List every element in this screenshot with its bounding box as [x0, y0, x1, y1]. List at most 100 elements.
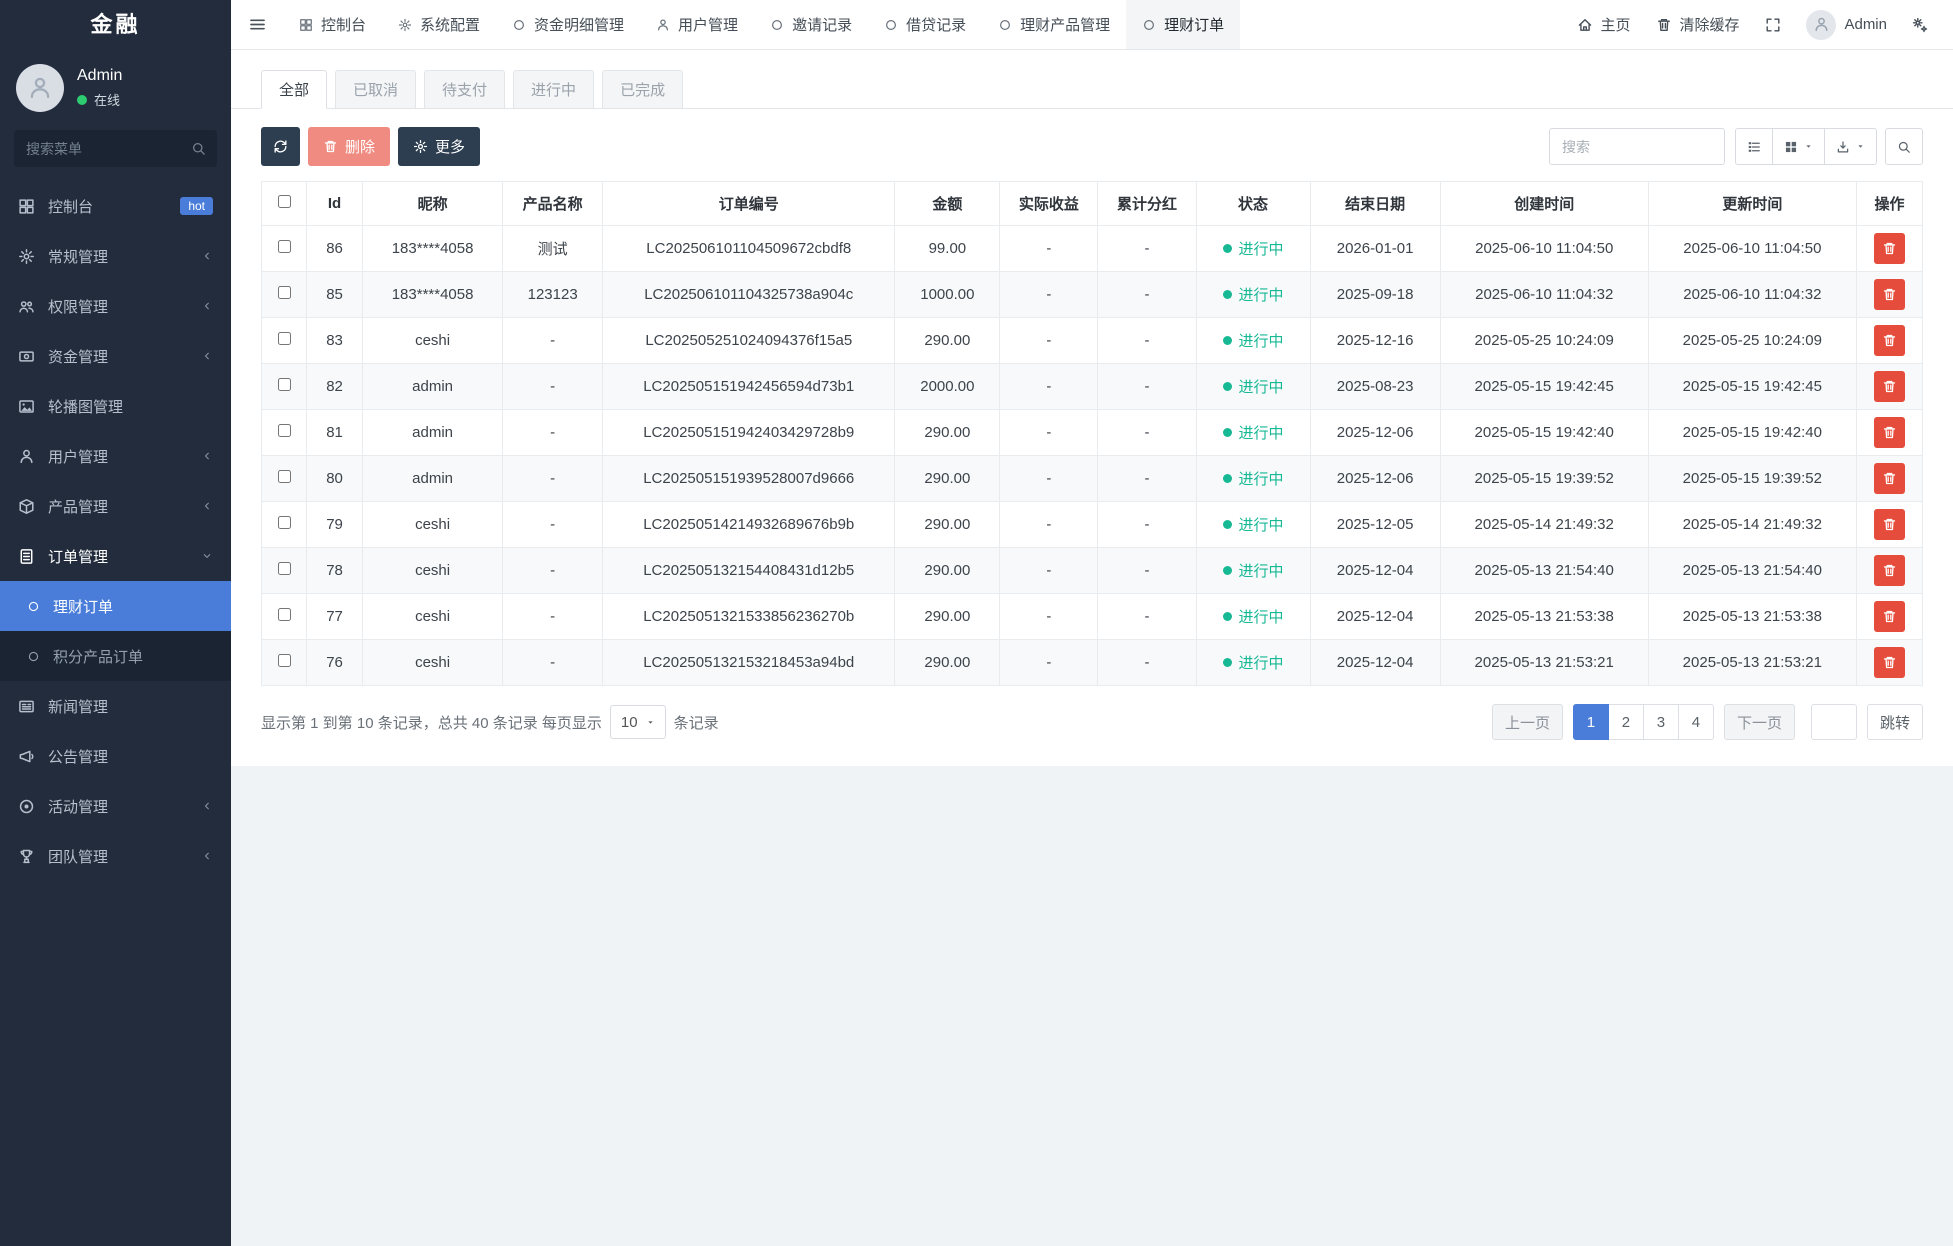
- filter-tab[interactable]: 已取消: [335, 70, 416, 109]
- row-checkbox[interactable]: [278, 240, 291, 253]
- select-all-cell: [262, 182, 307, 226]
- page-size-select[interactable]: 10: [610, 705, 666, 739]
- cell-created-at: 2025-05-15 19:39:52: [1440, 456, 1648, 502]
- filter-tab[interactable]: 待支付: [424, 70, 505, 109]
- row-checkbox[interactable]: [278, 286, 291, 299]
- row-delete-button[interactable]: [1874, 371, 1905, 402]
- fullscreen-button[interactable]: [1752, 0, 1794, 49]
- sidebar-item[interactable]: 控制台hot: [0, 181, 231, 231]
- sidebar-item[interactable]: 公告管理: [0, 731, 231, 781]
- cell-actions: [1856, 272, 1922, 318]
- page-number[interactable]: 2: [1608, 704, 1644, 740]
- sidebar-item[interactable]: 轮播图管理: [0, 381, 231, 431]
- row-checkbox[interactable]: [278, 424, 291, 437]
- row-delete-button[interactable]: [1874, 601, 1905, 632]
- sidebar-item[interactable]: 资金管理: [0, 331, 231, 381]
- sidebar-item-label: 轮播图管理: [48, 396, 213, 417]
- sidebar-subitem[interactable]: 积分产品订单: [0, 631, 231, 681]
- export-button[interactable]: [1824, 128, 1877, 165]
- top-tab[interactable]: 用户管理: [640, 0, 754, 49]
- refresh-button[interactable]: [261, 127, 300, 166]
- top-tab[interactable]: 邀请记录: [754, 0, 868, 49]
- user-menu[interactable]: Admin: [1794, 0, 1899, 49]
- top-tab[interactable]: 控制台: [283, 0, 382, 49]
- row-checkbox[interactable]: [278, 516, 291, 529]
- row-delete-button[interactable]: [1874, 463, 1905, 494]
- next-page-button[interactable]: 下一页: [1724, 704, 1795, 740]
- row-checkbox[interactable]: [278, 562, 291, 575]
- top-tab[interactable]: 理财订单: [1126, 0, 1240, 49]
- cell-total-dividend: -: [1098, 502, 1196, 548]
- menu-toggle-button[interactable]: [231, 0, 283, 49]
- search-icon: [1897, 140, 1911, 154]
- status-badge: 进行中: [1223, 468, 1284, 489]
- cell-order-no: LC202506101104325738a904c: [603, 272, 895, 318]
- team-icon: [18, 848, 35, 865]
- sidebar-item[interactable]: 新闻管理: [0, 681, 231, 731]
- row-checkbox[interactable]: [278, 378, 291, 391]
- row-checkbox[interactable]: [278, 470, 291, 483]
- row-delete-button[interactable]: [1874, 233, 1905, 264]
- cell-created-at: 2025-05-15 19:42:40: [1440, 410, 1648, 456]
- sidebar-item[interactable]: 活动管理: [0, 781, 231, 831]
- more-button[interactable]: 更多: [398, 127, 480, 166]
- prev-page-button[interactable]: 上一页: [1492, 704, 1563, 740]
- top-tab-label: 理财订单: [1164, 14, 1224, 35]
- cell-actions: [1856, 594, 1922, 640]
- status-dot-icon: [1223, 658, 1232, 667]
- row-checkbox[interactable]: [278, 332, 291, 345]
- columns-button[interactable]: [1772, 128, 1825, 165]
- home-link[interactable]: 主页: [1564, 0, 1643, 49]
- column-header: 结束日期: [1310, 182, 1440, 226]
- jump-page-input[interactable]: [1811, 704, 1857, 740]
- fullscreen-icon: [1765, 17, 1781, 33]
- filter-tab[interactable]: 全部: [261, 70, 327, 109]
- cell-order-no: LC202506101104509672cbdf8: [603, 226, 895, 272]
- cell-end-date: 2025-12-04: [1310, 548, 1440, 594]
- trash-icon: [1882, 425, 1897, 440]
- filter-tab[interactable]: 进行中: [513, 70, 594, 109]
- row-delete-button[interactable]: [1874, 417, 1905, 448]
- topbar: 控制台系统配置资金明细管理用户管理邀请记录借贷记录理财产品管理 理财订单 主页 清…: [231, 0, 1953, 50]
- sidebar-item[interactable]: 产品管理: [0, 481, 231, 531]
- topbar-right: 主页 清除缓存 Admin: [1564, 0, 1953, 49]
- sidebar-item-label: 控制台: [48, 196, 167, 217]
- cell-nickname: admin: [363, 364, 503, 410]
- top-tab[interactable]: 系统配置: [382, 0, 496, 49]
- page-number[interactable]: 4: [1678, 704, 1714, 740]
- page-number[interactable]: 1: [1573, 704, 1609, 740]
- jump-button[interactable]: 跳转: [1867, 704, 1923, 740]
- cell-total-dividend: -: [1098, 456, 1196, 502]
- sidebar-item[interactable]: 团队管理: [0, 831, 231, 881]
- clear-cache-link[interactable]: 清除缓存: [1643, 0, 1752, 49]
- delete-button[interactable]: 删除: [308, 127, 390, 166]
- sidebar-item[interactable]: 常规管理: [0, 231, 231, 281]
- select-all-checkbox[interactable]: [278, 195, 291, 208]
- sidebar-item[interactable]: 用户管理: [0, 431, 231, 481]
- row-checkbox[interactable]: [278, 654, 291, 667]
- row-delete-button[interactable]: [1874, 325, 1905, 356]
- row-delete-button[interactable]: [1874, 279, 1905, 310]
- top-tab[interactable]: 理财产品管理: [982, 0, 1126, 49]
- gear-icon: [413, 139, 428, 154]
- sidebar-item[interactable]: 订单管理: [0, 531, 231, 581]
- top-tab[interactable]: 资金明细管理: [496, 0, 640, 49]
- row-delete-button[interactable]: [1874, 555, 1905, 586]
- gear-icon: [18, 248, 35, 265]
- page-number[interactable]: 3: [1643, 704, 1679, 740]
- filter-tab[interactable]: 已完成: [602, 70, 683, 109]
- cell-actual-income: -: [1000, 364, 1098, 410]
- user-panel: Admin 在线: [0, 50, 231, 122]
- detail-view-button[interactable]: [1735, 128, 1773, 165]
- row-delete-button[interactable]: [1874, 509, 1905, 540]
- search-button[interactable]: [1885, 128, 1923, 165]
- table-search-input[interactable]: [1549, 128, 1725, 165]
- top-tab[interactable]: 借贷记录: [868, 0, 982, 49]
- row-delete-button[interactable]: [1874, 647, 1905, 678]
- sidebar-subitem[interactable]: 理财订单: [0, 581, 231, 631]
- status-dot-icon: [1223, 520, 1232, 529]
- settings-button[interactable]: [1899, 0, 1941, 49]
- sidebar-item[interactable]: 权限管理: [0, 281, 231, 331]
- sidebar-search-input[interactable]: [14, 130, 217, 167]
- row-checkbox[interactable]: [278, 608, 291, 621]
